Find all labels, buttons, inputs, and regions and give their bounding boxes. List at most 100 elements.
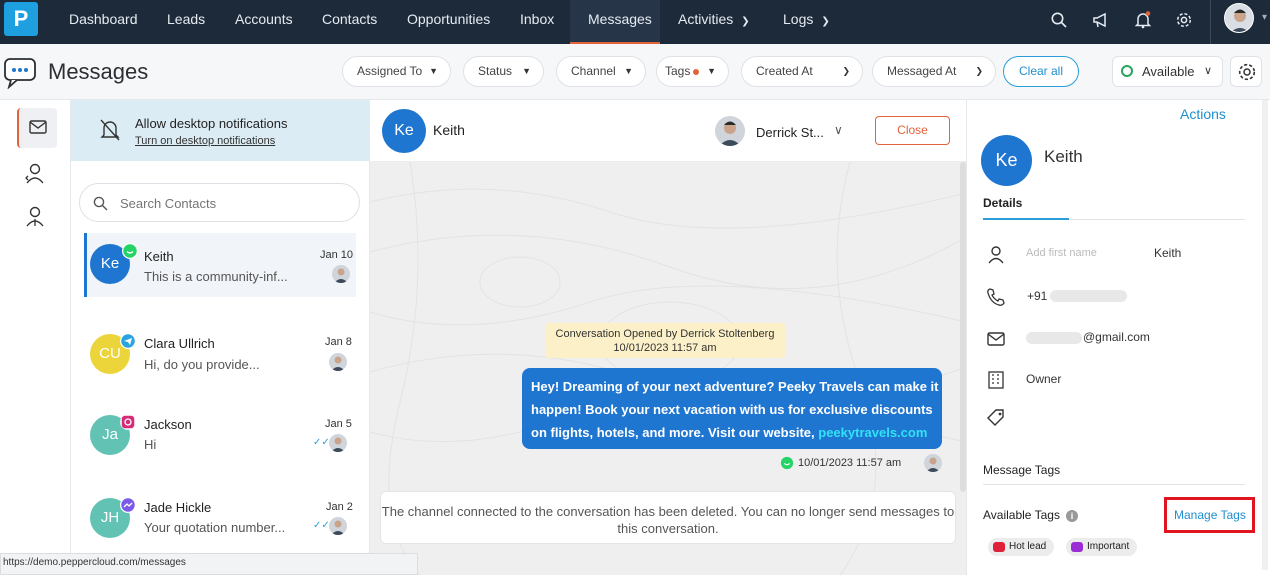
message-date: Jan 5 <box>325 418 352 430</box>
browser-status-bar: https://demo.peppercloud.com/messages <box>0 553 418 575</box>
conversation-opened-note: Conversation Opened by Derrick Stoltenbe… <box>545 323 785 358</box>
message-preview: Your quotation number... <box>144 520 286 535</box>
details-scrollbar[interactable] <box>1262 100 1268 570</box>
messenger-icon <box>120 497 136 513</box>
telegram-icon <box>120 333 136 349</box>
note-timestamp: 10/01/2023 11:57 am <box>613 342 717 354</box>
info-icon[interactable]: i <box>1066 510 1078 522</box>
details-contact-name: Keith <box>1044 147 1083 166</box>
details-avatar: Ke <box>981 135 1032 186</box>
megaphone-icon[interactable] <box>1092 11 1110 29</box>
top-navbar: P Dashboard Leads Accounts Contacts Oppo… <box>0 0 1270 44</box>
tag-color-icon <box>1071 542 1083 552</box>
assignee-avatar <box>329 434 347 452</box>
conversation-item-jackson[interactable]: Ja Jackson Hi Jan 5 ✓✓ <box>84 403 356 467</box>
desktop-notification-banner: Allow desktop notifications Turn on desk… <box>71 100 369 161</box>
tab-active-underline <box>983 218 1069 220</box>
assignee-avatar <box>715 116 745 146</box>
manage-tags-link[interactable]: Manage Tags <box>1174 508 1246 522</box>
email-redacted <box>1026 332 1082 344</box>
close-conversation-button[interactable]: Close <box>875 116 950 145</box>
nav-item-inbox[interactable]: Inbox <box>520 0 554 42</box>
person-icon[interactable] <box>25 206 45 228</box>
available-tags-title: Available Tags <box>983 508 1060 522</box>
tag-label: Hot lead <box>1009 541 1047 552</box>
phone-redacted <box>1050 290 1127 302</box>
chat-contact-avatar: Ke <box>382 109 426 153</box>
user-avatar[interactable] <box>1224 3 1254 33</box>
availability-dropdown[interactable]: Available ∨ <box>1112 56 1223 87</box>
messages-settings-button[interactable] <box>1230 56 1262 87</box>
nav-item-contacts[interactable]: Contacts <box>322 0 377 42</box>
filter-assigned-to[interactable]: Assigned To ▼ <box>342 56 451 87</box>
filter-tags[interactable]: Tags ▼ <box>656 56 729 87</box>
app-logo[interactable]: P <box>4 2 38 36</box>
chevron-down-icon: ❯ <box>741 16 750 27</box>
outgoing-message-bubble: Hey! Dreaming of your next adventure? Pe… <box>522 368 942 449</box>
enable-notifications-link[interactable]: Turn on desktop notifications <box>135 135 275 147</box>
filter-label: Assigned To <box>357 64 423 78</box>
tag-hot-lead[interactable]: Hot lead <box>988 538 1054 556</box>
clear-all-button[interactable]: Clear all <box>1003 56 1079 87</box>
contact-name: Jade Hickle <box>144 500 212 515</box>
nav-item-dashboard[interactable]: Dashboard <box>69 0 138 42</box>
search-input[interactable] <box>120 193 340 213</box>
search-contacts[interactable] <box>79 183 360 222</box>
nav-item-accounts[interactable]: Accounts <box>235 0 293 42</box>
tag-important[interactable]: Important <box>1066 538 1137 556</box>
read-check-icon: ✓✓ <box>313 520 330 531</box>
nav-item-opportunities[interactable]: Opportunities <box>407 0 490 42</box>
message-date: Jan 2 <box>326 501 353 513</box>
filter-channel[interactable]: Channel ▼ <box>556 56 646 87</box>
message-date: Jan 8 <box>325 336 352 348</box>
filter-messaged-at[interactable]: Messaged At ❯ <box>872 56 996 87</box>
email-value: @gmail.com <box>1083 330 1150 344</box>
contact-name: Jackson <box>144 417 192 432</box>
chevron-down-icon: ▼ <box>624 66 633 76</box>
notification-title: Allow desktop notifications <box>135 116 288 131</box>
assigned-contact-icon[interactable] <box>25 163 45 185</box>
nav-item-messages[interactable]: Messages <box>588 0 652 42</box>
filter-status[interactable]: Status ▼ <box>463 56 544 87</box>
assignee-avatar <box>329 517 347 535</box>
nav-divider <box>1210 0 1211 44</box>
filter-label: Created At <box>756 64 813 78</box>
conversation-item-jade-hickle[interactable]: JH Jade Hickle Your quotation number... … <box>84 486 356 550</box>
status-online-icon <box>1121 65 1133 77</box>
chevron-down-icon[interactable]: ∨ <box>834 123 843 137</box>
gear-icon[interactable] <box>1175 11 1193 29</box>
filter-label: Messaged At <box>887 64 957 78</box>
whatsapp-icon <box>780 456 794 470</box>
filter-label: Tags <box>665 64 691 78</box>
chat-contact-name: Keith <box>433 122 465 138</box>
website-link[interactable]: peekytravels.com <box>818 425 927 440</box>
rail-item-messages[interactable] <box>17 108 57 148</box>
whatsapp-icon <box>122 243 138 259</box>
assignee-selector[interactable]: Derrick St... <box>756 125 824 140</box>
filter-created-at[interactable]: Created At ❯ <box>741 56 863 87</box>
chevron-down-icon[interactable]: ▾ <box>1262 12 1267 23</box>
message-preview: Hi <box>144 437 157 452</box>
instagram-icon <box>120 414 136 430</box>
actions-link[interactable]: Actions <box>1180 106 1226 122</box>
chevron-down-icon: ▼ <box>707 66 716 76</box>
gear-icon <box>1238 63 1256 81</box>
nav-item-leads[interactable]: Leads <box>167 0 205 42</box>
nav-item-activities[interactable]: Activities ❯ <box>678 0 750 42</box>
bell-icon[interactable] <box>1134 11 1152 29</box>
nav-item-logs[interactable]: Logs ❯ <box>783 0 830 42</box>
conversation-item-keith[interactable]: Ke Keith This is a community-inf... Jan … <box>84 233 356 297</box>
first-name-placeholder[interactable]: Add first name <box>1026 247 1097 259</box>
chevron-down-icon: ∨ <box>1203 65 1212 77</box>
tab-details[interactable]: Details <box>983 196 1022 210</box>
chevron-down-icon: ❯ <box>842 66 850 76</box>
search-icon[interactable] <box>1050 11 1068 29</box>
tag-icon <box>987 409 1004 426</box>
chevron-down-icon: ❯ <box>821 16 830 27</box>
page-title: Messages <box>48 59 149 84</box>
note-line: Conversation Opened by Derrick Stoltenbe… <box>555 328 775 340</box>
conversation-item-clara-ullrich[interactable]: CU Clara Ullrich Hi, do you provide... J… <box>84 322 356 386</box>
tag-label: Important <box>1087 541 1130 552</box>
phone-value: +91 <box>1027 289 1048 303</box>
contact-name: Clara Ullrich <box>144 336 215 351</box>
